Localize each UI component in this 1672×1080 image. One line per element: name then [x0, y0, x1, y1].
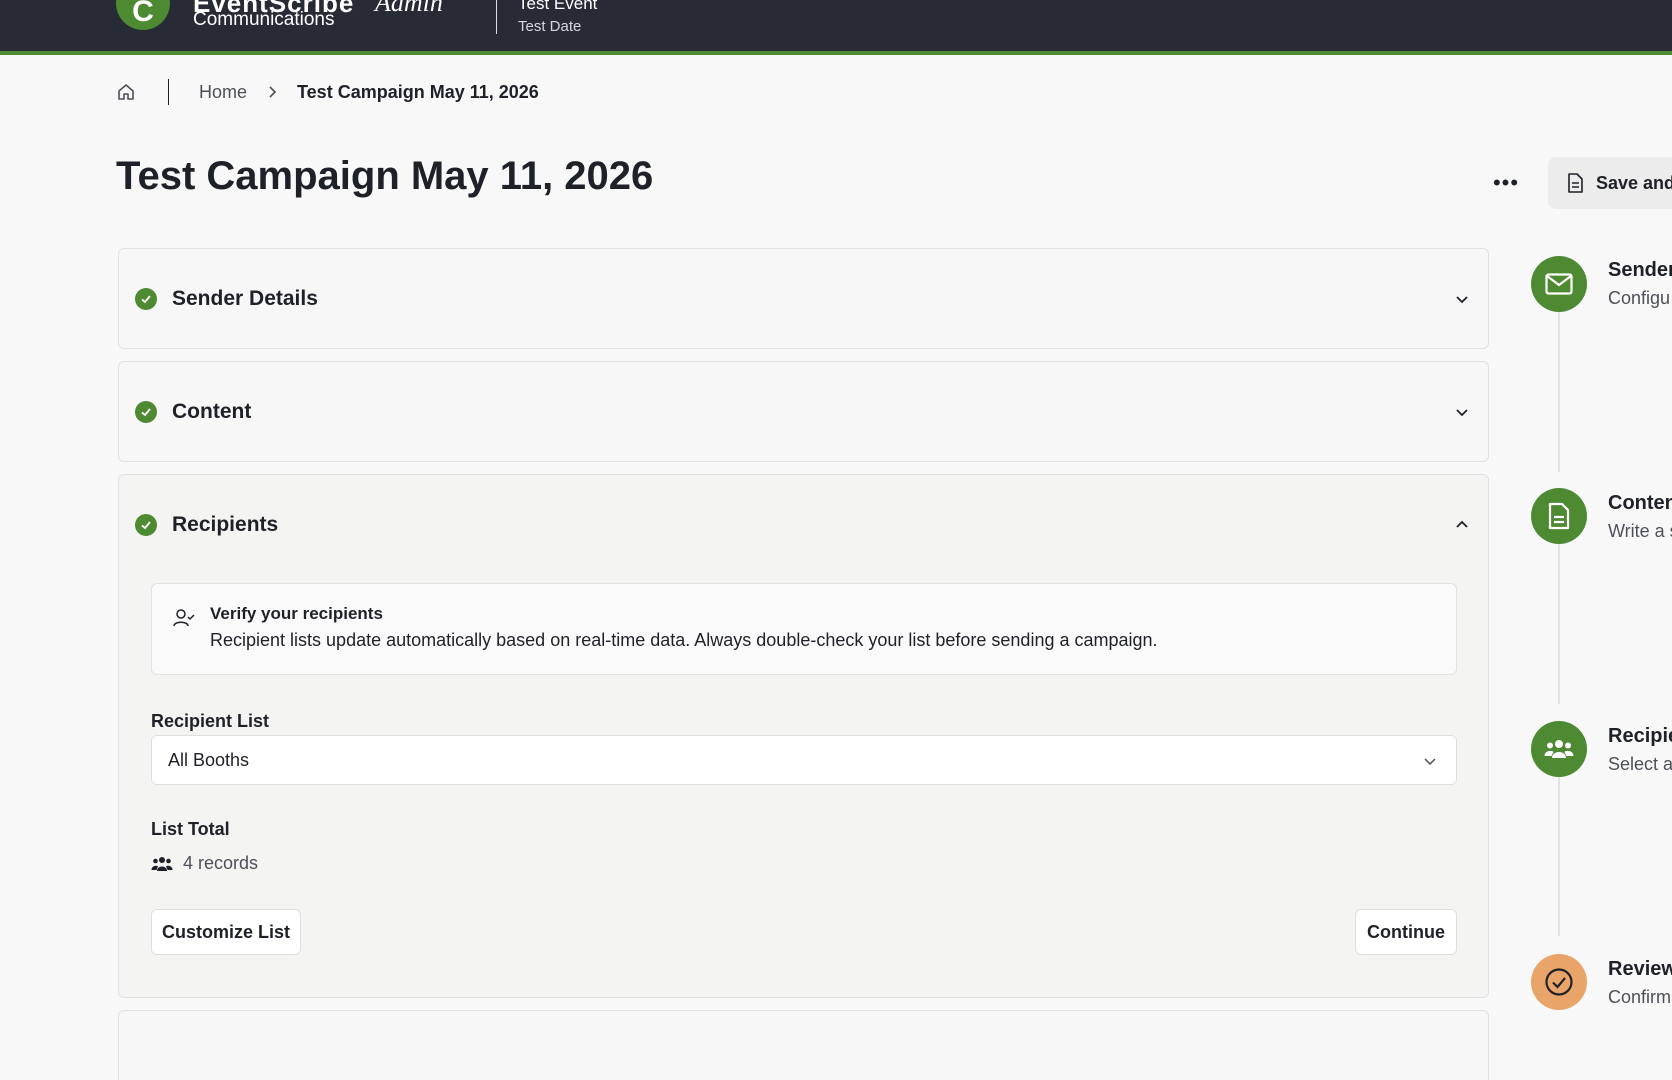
- user-check-icon: [173, 609, 195, 627]
- breadcrumb-home-link[interactable]: Home: [199, 82, 247, 103]
- verify-title: Verify your recipients: [210, 604, 383, 623]
- section-title: Sender Details: [172, 286, 318, 310]
- step-sender[interactable]: [1531, 256, 1587, 312]
- topbar-divider: [496, 0, 497, 34]
- top-bar: C EventScribe Admin Communications Test …: [0, 0, 1672, 55]
- step-review-desc: Confirm a test er: [1608, 987, 1672, 1007]
- check-circle-icon: [1545, 968, 1573, 996]
- document-icon: [1548, 502, 1570, 530]
- page-title: Test Campaign May 11, 2026: [116, 154, 654, 198]
- list-total-label: List Total: [151, 819, 230, 839]
- recipient-list-select[interactable]: All Booths: [151, 735, 1457, 785]
- section-title: Recipients: [172, 513, 279, 536]
- event-title[interactable]: Test Event: [518, 0, 597, 14]
- save-button-label: Save and: [1596, 172, 1672, 193]
- section-review: [118, 1010, 1489, 1080]
- step-review[interactable]: [1531, 954, 1587, 1010]
- brand-suffix: Admin: [375, 0, 443, 17]
- section-title: Content: [172, 399, 252, 423]
- chevron-down-icon: [1424, 758, 1436, 766]
- step-content-title: Conten: [1608, 492, 1672, 514]
- check-icon: [135, 514, 157, 536]
- more-icon: •••: [1492, 170, 1520, 195]
- app-logo[interactable]: C: [116, 0, 170, 30]
- records-count: 4 records: [183, 853, 259, 873]
- step-recipients[interactable]: [1531, 721, 1587, 777]
- section-header-recipients[interactable]: Recipients: [119, 475, 1488, 575]
- save-button[interactable]: Save and: [1548, 157, 1672, 209]
- breadcrumb-divider: [168, 79, 169, 105]
- step-recipients-title: Recipie: [1608, 725, 1672, 747]
- logo-letter: C: [132, 0, 154, 28]
- step-content-desc: Write a s: [1608, 521, 1672, 541]
- check-icon: [135, 400, 157, 423]
- home-icon[interactable]: [116, 82, 136, 102]
- chevron-down-icon[interactable]: [1454, 404, 1470, 420]
- chevron-down-icon[interactable]: [1454, 291, 1470, 307]
- step-content[interactable]: [1531, 488, 1587, 544]
- verify-notice: Verify your recipients Recipient lists u…: [151, 583, 1457, 675]
- brand-subtitle: Communications: [193, 9, 335, 30]
- step-connector: [1558, 540, 1560, 704]
- continue-button[interactable]: Continue: [1355, 909, 1457, 955]
- recipient-list-label: Recipient List: [151, 711, 270, 731]
- users-icon: [1544, 740, 1574, 758]
- step-sender-title: Sender: [1608, 259, 1672, 281]
- step-review-title: Review: [1608, 958, 1672, 980]
- step-connector: [1558, 308, 1560, 472]
- section-recipients: Recipients Verify your recipients Recipi…: [118, 474, 1489, 998]
- customize-list-button[interactable]: Customize List: [151, 909, 301, 955]
- more-options-button[interactable]: •••: [1490, 168, 1522, 198]
- section-header-content[interactable]: Content: [119, 362, 1488, 461]
- verify-text: Recipient lists update automatically bas…: [210, 630, 1158, 650]
- step-sender-desc: Configu Detail: [1608, 288, 1672, 308]
- document-icon: [1568, 173, 1583, 193]
- recipient-list-value: All Booths: [168, 749, 250, 770]
- section-header-sender[interactable]: Sender Details: [119, 249, 1488, 348]
- chevron-right-icon: [269, 86, 277, 98]
- breadcrumb: Home Test Campaign May 11, 2026: [116, 79, 539, 105]
- breadcrumb-current: Test Campaign May 11, 2026: [297, 81, 539, 102]
- step-connector: [1558, 772, 1560, 936]
- event-date: Test Date: [518, 18, 582, 35]
- chevron-up-icon[interactable]: [1454, 517, 1470, 533]
- step-recipients-desc: Select a: [1608, 754, 1672, 774]
- check-icon: [135, 287, 157, 310]
- envelope-icon: [1545, 273, 1573, 295]
- users-icon: [151, 856, 173, 871]
- section-content: Content: [118, 361, 1489, 462]
- section-sender-details: Sender Details: [118, 248, 1489, 349]
- list-total-value: 4 records: [151, 853, 258, 874]
